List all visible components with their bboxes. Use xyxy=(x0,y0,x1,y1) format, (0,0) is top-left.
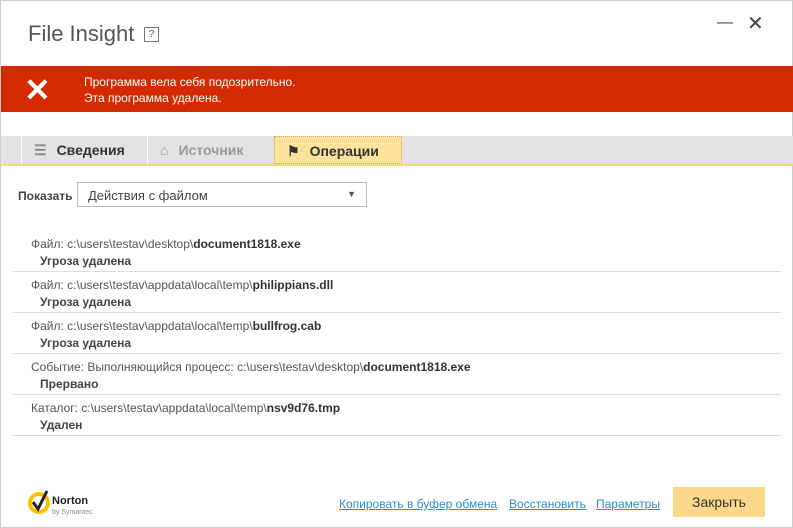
operations-list: Файл: c:\users\testav\desktop\document18… xyxy=(13,231,781,436)
list-icon: ☰ xyxy=(34,142,47,158)
filter-select[interactable]: Действия с файлом ▼ xyxy=(77,182,367,207)
item-filename: nsv9d76.tmp xyxy=(266,401,341,415)
item-filename: bullfrog.cab xyxy=(252,319,322,333)
item-path-prefix: Каталог: c:\users\testav\appdata\local\t… xyxy=(31,401,267,415)
item-filename: document1818.exe xyxy=(193,237,301,251)
alert-banner: ✕ Программа вела себя подозрительно. Эта … xyxy=(1,66,793,112)
list-item: Каталог: c:\users\testav\appdata\local\t… xyxy=(13,395,781,436)
item-path: Файл: c:\users\testav\appdata\local\temp… xyxy=(31,278,781,292)
tab-label: Сведения xyxy=(56,142,125,158)
item-path: Файл: c:\users\testav\desktop\document18… xyxy=(31,237,781,251)
restore-link[interactable]: Восстановить xyxy=(509,497,586,511)
item-path: Каталог: c:\users\testav\appdata\local\t… xyxy=(31,401,781,415)
tab-label: Операции xyxy=(309,143,379,159)
banner-line2: Эта программа удалена. xyxy=(84,91,222,105)
chevron-down-icon: ▼ xyxy=(347,189,356,199)
settings-link[interactable]: Параметры xyxy=(596,497,660,511)
banner-line1: Программа вела себя подозрительно. xyxy=(84,75,296,89)
tab-source[interactable]: ⌂ Источник xyxy=(147,136,273,164)
filter-label: Показать xyxy=(18,189,73,203)
item-path-prefix: Событие: Выполняющийся процесс: c:\users… xyxy=(31,360,364,374)
svg-text:Norton: Norton xyxy=(52,495,88,507)
home-icon: ⌂ xyxy=(160,142,169,158)
item-status: Прервано xyxy=(40,377,99,391)
list-item: Файл: c:\users\testav\desktop\document18… xyxy=(13,231,781,272)
copy-clipboard-link[interactable]: Копировать в буфер обмена xyxy=(339,497,497,511)
window-title: File Insight xyxy=(28,21,135,46)
close-button[interactable]: Закрыть xyxy=(673,487,765,517)
close-icon[interactable]: ✕ xyxy=(747,11,764,36)
item-status: Угроза удалена xyxy=(40,254,132,268)
item-path-prefix: Файл: c:\users\testav\appdata\local\temp… xyxy=(31,319,253,333)
tab-bar: ☰ Сведения ⌂ Источник ⚑ Операции xyxy=(1,136,793,166)
item-path-prefix: Файл: c:\users\testav\desktop\ xyxy=(31,237,194,251)
error-x-icon: ✕ xyxy=(24,72,51,108)
item-status: Угроза удалена xyxy=(40,295,132,309)
item-path: Событие: Выполняющийся процесс: c:\users… xyxy=(31,360,781,374)
svg-text:by Symantec: by Symantec xyxy=(52,509,93,516)
item-status: Угроза удалена xyxy=(40,336,132,350)
item-filename: document1818.exe xyxy=(363,360,471,374)
filter-value: Действия с файлом xyxy=(88,188,208,203)
list-item: Событие: Выполняющийся процесс: c:\users… xyxy=(13,354,781,395)
tab-label: Источник xyxy=(178,142,244,158)
list-item: Файл: c:\users\testav\appdata\local\temp… xyxy=(13,313,781,354)
item-path-prefix: Файл: c:\users\testav\appdata\local\temp… xyxy=(31,278,253,292)
flag-icon: ⚑ xyxy=(287,143,300,159)
norton-logo: Norton by Symantec xyxy=(27,488,97,523)
minimize-button[interactable]: — xyxy=(717,14,733,32)
item-filename: philippians.dll xyxy=(252,278,334,292)
item-status: Удален xyxy=(40,418,83,432)
list-item: Файл: c:\users\testav\appdata\local\temp… xyxy=(13,272,781,313)
tab-details[interactable]: ☰ Сведения xyxy=(21,136,147,164)
item-path: Файл: c:\users\testav\appdata\local\temp… xyxy=(31,319,781,333)
help-button[interactable]: ? xyxy=(144,27,159,42)
tab-operations[interactable]: ⚑ Операции xyxy=(274,136,402,164)
